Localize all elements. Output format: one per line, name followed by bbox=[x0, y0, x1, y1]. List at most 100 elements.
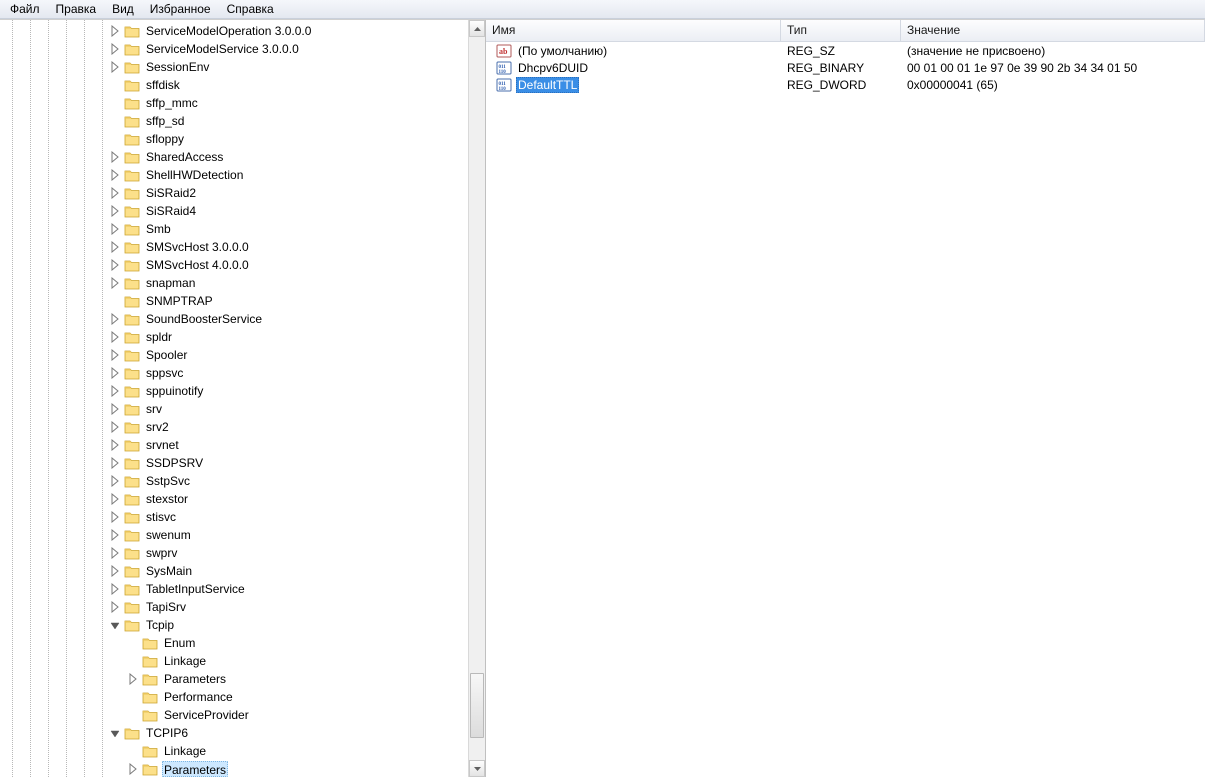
tree-item[interactable]: SessionEnv bbox=[110, 58, 467, 76]
expand-icon[interactable] bbox=[110, 25, 122, 37]
expand-icon[interactable] bbox=[110, 601, 122, 613]
scroll-down-button[interactable] bbox=[469, 760, 485, 777]
tree-item[interactable]: ServiceModelService 3.0.0.0 bbox=[110, 40, 467, 58]
expand-icon[interactable] bbox=[110, 349, 122, 361]
expand-icon[interactable] bbox=[110, 313, 122, 325]
tree-item[interactable]: SharedAccess bbox=[110, 148, 467, 166]
tree-item[interactable]: TapiSrv bbox=[110, 598, 467, 616]
tree-item[interactable]: SiSRaid4 bbox=[110, 202, 467, 220]
tree-item[interactable]: srvnet bbox=[110, 436, 467, 454]
tree-item[interactable]: snapman bbox=[110, 274, 467, 292]
tree-item[interactable]: srv2 bbox=[110, 418, 467, 436]
tree-item[interactable]: Spooler bbox=[110, 346, 467, 364]
values-list[interactable]: (По умолчанию)REG_SZ(значение не присвое… bbox=[486, 42, 1205, 777]
expand-icon[interactable] bbox=[110, 385, 122, 397]
expand-icon[interactable] bbox=[110, 331, 122, 343]
collapse-icon[interactable] bbox=[110, 619, 122, 631]
tree-item[interactable]: swprv bbox=[110, 544, 467, 562]
scroll-thumb[interactable] bbox=[470, 673, 484, 738]
col-value[interactable]: Значение bbox=[901, 20, 1205, 41]
tree-item[interactable]: Tcpip bbox=[110, 616, 467, 634]
tree-item-label: SNMPTRAP bbox=[144, 293, 215, 309]
tree-item[interactable]: sppuinotify bbox=[110, 382, 467, 400]
expand-icon[interactable] bbox=[110, 259, 122, 271]
expand-icon[interactable] bbox=[128, 763, 140, 775]
tree-item[interactable]: SMSvcHost 3.0.0.0 bbox=[110, 238, 467, 256]
expand-icon[interactable] bbox=[110, 565, 122, 577]
tree-item[interactable]: stisvc bbox=[110, 508, 467, 526]
expand-icon[interactable] bbox=[110, 43, 122, 55]
menu-edit[interactable]: Правка bbox=[48, 0, 105, 18]
tree-item[interactable]: sppsvc bbox=[110, 364, 467, 382]
tree-item[interactable]: stexstor bbox=[110, 490, 467, 508]
tree-item[interactable]: SiSRaid2 bbox=[110, 184, 467, 202]
expand-icon[interactable] bbox=[110, 169, 122, 181]
tree-item[interactable]: ShellHWDetection bbox=[110, 166, 467, 184]
tree-item[interactable]: Linkage bbox=[110, 652, 467, 670]
tree-item[interactable]: srv bbox=[110, 400, 467, 418]
tree-item[interactable]: SSDPSRV bbox=[110, 454, 467, 472]
expand-icon[interactable] bbox=[110, 457, 122, 469]
tree-scrollbar[interactable] bbox=[468, 20, 485, 777]
tree-item[interactable]: ServiceModelOperation 3.0.0.0 bbox=[110, 22, 467, 40]
col-type[interactable]: Тип bbox=[781, 20, 901, 41]
tree-item[interactable]: Linkage bbox=[110, 742, 467, 760]
menu-favorites[interactable]: Избранное bbox=[142, 0, 219, 18]
tree-item[interactable]: swenum bbox=[110, 526, 467, 544]
value-data: (значение не присвоено) bbox=[901, 44, 1205, 58]
folder-icon bbox=[124, 24, 140, 38]
tree-item-label: sppsvc bbox=[144, 365, 185, 381]
expand-icon[interactable] bbox=[110, 439, 122, 451]
folder-icon bbox=[124, 258, 140, 272]
value-row[interactable]: Dhcpv6DUIDREG_BINARY00 01 00 01 1e 97 0e… bbox=[486, 59, 1205, 76]
tree-item[interactable]: Parameters bbox=[110, 760, 467, 777]
expand-icon[interactable] bbox=[110, 475, 122, 487]
expand-icon[interactable] bbox=[110, 511, 122, 523]
tree-item[interactable]: SoundBoosterService bbox=[110, 310, 467, 328]
expand-icon[interactable] bbox=[110, 61, 122, 73]
expand-icon[interactable] bbox=[110, 223, 122, 235]
menu-view[interactable]: Вид bbox=[104, 0, 142, 18]
expand-icon[interactable] bbox=[110, 241, 122, 253]
expand-icon[interactable] bbox=[110, 403, 122, 415]
tree-item[interactable]: TabletInputService bbox=[110, 580, 467, 598]
expand-icon[interactable] bbox=[110, 151, 122, 163]
tree-item[interactable]: SstpSvc bbox=[110, 472, 467, 490]
tree-item[interactable]: Parameters bbox=[110, 670, 467, 688]
value-data: 0x00000041 (65) bbox=[901, 78, 1205, 92]
tree-item[interactable]: SNMPTRAP bbox=[110, 292, 467, 310]
tree-item[interactable]: sfloppy bbox=[110, 130, 467, 148]
collapse-icon[interactable] bbox=[110, 727, 122, 739]
tree-item[interactable]: TCPIP6 bbox=[110, 724, 467, 742]
tree-item[interactable]: sffp_mmc bbox=[110, 94, 467, 112]
expand-icon[interactable] bbox=[110, 529, 122, 541]
value-row[interactable]: (По умолчанию)REG_SZ(значение не присвое… bbox=[486, 42, 1205, 59]
tree-item[interactable]: Smb bbox=[110, 220, 467, 238]
value-row[interactable]: DefaultTTLREG_DWORD0x00000041 (65) bbox=[486, 76, 1205, 93]
menu-file[interactable]: Файл bbox=[2, 0, 48, 18]
tree-item[interactable]: sffp_sd bbox=[110, 112, 467, 130]
expand-icon[interactable] bbox=[110, 583, 122, 595]
tree-item[interactable]: Performance bbox=[110, 688, 467, 706]
folder-icon bbox=[124, 132, 140, 146]
expand-icon[interactable] bbox=[128, 673, 140, 685]
expand-icon[interactable] bbox=[110, 547, 122, 559]
tree-item[interactable]: Enum bbox=[110, 634, 467, 652]
menu-help[interactable]: Справка bbox=[219, 0, 282, 18]
expand-icon[interactable] bbox=[110, 421, 122, 433]
scroll-track[interactable] bbox=[469, 37, 485, 760]
expand-icon[interactable] bbox=[110, 277, 122, 289]
expand-icon[interactable] bbox=[110, 187, 122, 199]
tree-item[interactable]: SysMain bbox=[110, 562, 467, 580]
expand-icon[interactable] bbox=[110, 493, 122, 505]
expand-icon[interactable] bbox=[110, 367, 122, 379]
tree-item[interactable]: sffdisk bbox=[110, 76, 467, 94]
tree-item[interactable]: SMSvcHost 4.0.0.0 bbox=[110, 256, 467, 274]
tree-item[interactable]: spldr bbox=[110, 328, 467, 346]
col-name[interactable]: Имя bbox=[486, 20, 781, 41]
registry-tree[interactable]: ServiceModelOperation 3.0.0.0ServiceMode… bbox=[110, 20, 467, 777]
scroll-up-button[interactable] bbox=[469, 20, 485, 37]
folder-icon bbox=[124, 546, 140, 560]
expand-icon[interactable] bbox=[110, 205, 122, 217]
tree-item[interactable]: ServiceProvider bbox=[110, 706, 467, 724]
